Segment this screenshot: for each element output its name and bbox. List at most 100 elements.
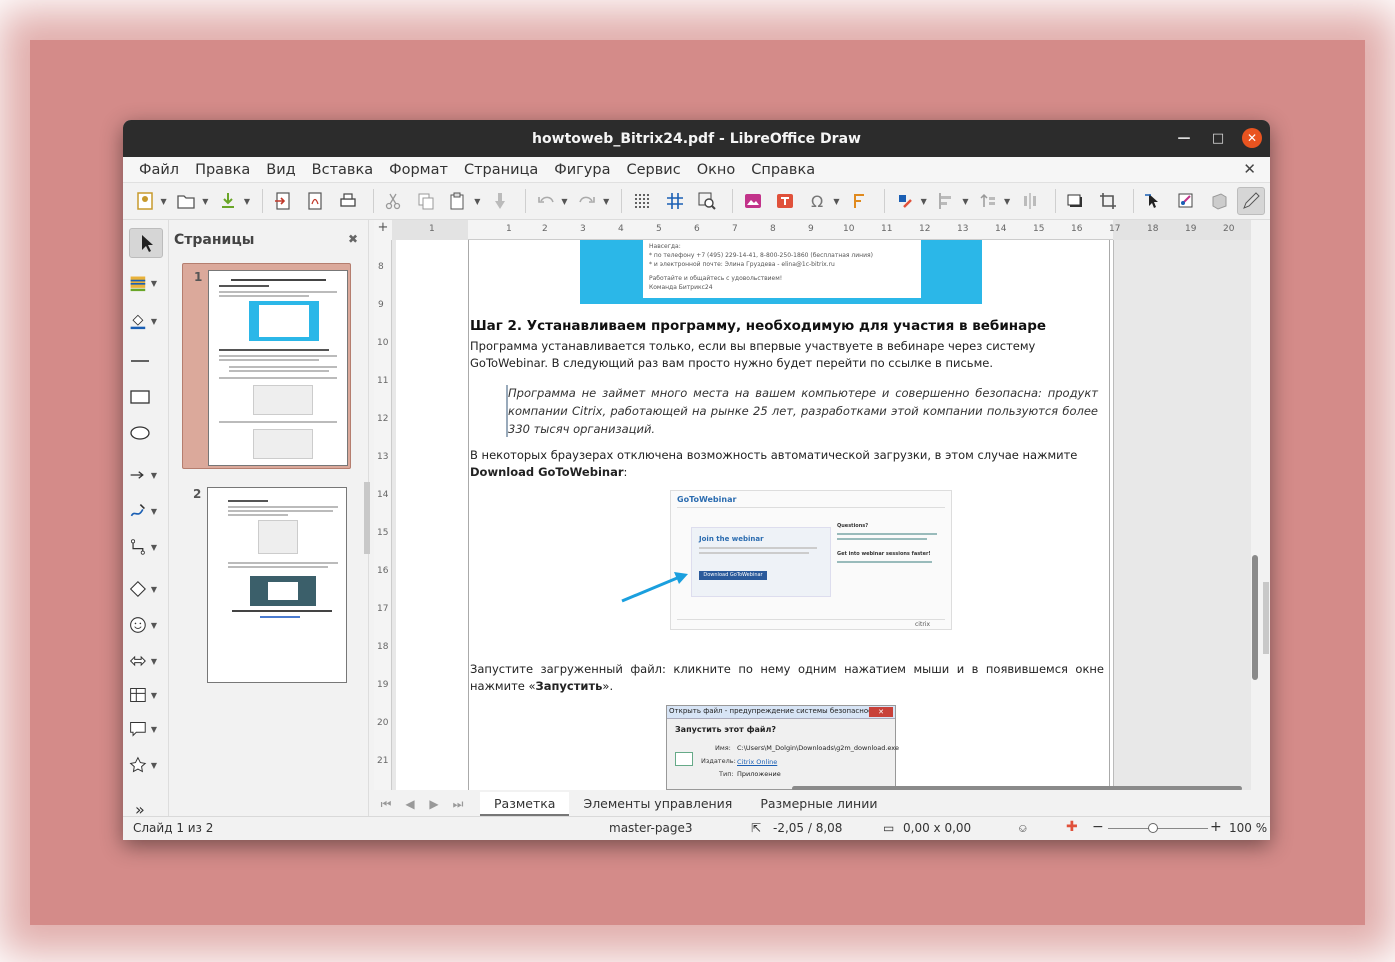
menu-page[interactable]: Страница	[456, 162, 546, 178]
templates-icon[interactable]	[131, 187, 159, 215]
ruler-label: 7	[732, 224, 738, 234]
menu-help[interactable]: Справка	[743, 162, 823, 178]
prev-tab-icon[interactable]: ◀	[398, 797, 422, 811]
basic-shapes-tool[interactable]: ▼	[129, 574, 163, 604]
zoom-slider[interactable]	[1108, 828, 1208, 829]
tab-controls[interactable]: Элементы управления	[569, 792, 746, 816]
last-tab-icon[interactable]: ⏭	[446, 797, 470, 812]
menu-shape[interactable]: Фигура	[546, 162, 618, 178]
fill-color-tool[interactable]: ▼	[129, 306, 163, 336]
flowchart-tool[interactable]: ▼	[129, 680, 163, 710]
gotowebinar-screenshot-image[interactable]: GoToWebinar Join the webinar Download Go…	[670, 490, 952, 630]
ruler-label: 2	[542, 224, 548, 234]
maximize-button[interactable]: □	[1208, 128, 1228, 148]
connectors-tool[interactable]: ▼	[129, 532, 163, 562]
callouts-tool[interactable]: ▼	[129, 714, 163, 744]
menu-view[interactable]: Вид	[258, 162, 303, 178]
vertical-ruler[interactable]: 8 9 10 11 12 13 14 15 16 17 18 19 20 21	[374, 240, 392, 790]
paste-icon[interactable]	[445, 187, 473, 215]
redo-icon[interactable]	[574, 187, 602, 215]
security-dialog-image[interactable]: Открыть файл - предупреждение системы бе…	[666, 705, 899, 790]
insert-textbox-icon[interactable]	[771, 187, 799, 215]
align-icon[interactable]	[933, 187, 961, 215]
rotate-icon[interactable]	[891, 187, 919, 215]
arrow-lines-tool[interactable]: ▼	[129, 460, 163, 490]
block-arrows-tool[interactable]: ▼	[129, 646, 163, 676]
panel-splitter[interactable]	[364, 482, 370, 554]
insert-image-icon[interactable]	[739, 187, 767, 215]
ruler-label: 17	[377, 604, 389, 614]
zoom-pan-icon[interactable]	[693, 187, 721, 215]
zoom-slider-knob[interactable]	[1148, 823, 1158, 833]
ruler-label: 13	[957, 224, 969, 234]
menu-window[interactable]: Окно	[689, 162, 744, 178]
cut-icon[interactable]	[380, 187, 408, 215]
menu-tools[interactable]: Сервис	[618, 162, 688, 178]
minimize-button[interactable]: —	[1174, 128, 1194, 148]
special-character-icon[interactable]: Ω	[804, 187, 832, 215]
zoom-in-icon[interactable]: +	[1210, 819, 1222, 835]
helplines-icon[interactable]	[661, 187, 689, 215]
symbol-shapes-tool[interactable]: ▼	[129, 610, 163, 640]
copy-icon[interactable]	[412, 187, 440, 215]
master-page-name[interactable]: master-page3	[609, 821, 692, 835]
undo-icon[interactable]	[532, 187, 560, 215]
open-icon[interactable]	[173, 187, 201, 215]
ellipse-tool[interactable]	[129, 418, 163, 448]
arrange-icon[interactable]	[974, 187, 1002, 215]
save-icon[interactable]	[214, 187, 242, 215]
stars-tool[interactable]: ▼	[129, 750, 163, 780]
fit-page-icon[interactable]: ✚	[1066, 819, 1078, 835]
close-window-button[interactable]: ✕	[1242, 128, 1262, 148]
close-document-icon[interactable]: ✕	[1243, 160, 1256, 178]
crop-icon[interactable]	[1094, 187, 1122, 215]
export-icon[interactable]	[269, 187, 297, 215]
menu-insert[interactable]: Вставка	[304, 162, 381, 178]
ruler-label: 18	[1147, 224, 1159, 234]
select-tool[interactable]	[129, 228, 163, 258]
tab-dimension-lines[interactable]: Размерные линии	[746, 792, 891, 816]
next-tab-icon[interactable]: ▶	[422, 797, 446, 811]
3d-icon[interactable]	[1205, 187, 1233, 215]
first-tab-icon[interactable]: ⏮	[374, 797, 398, 812]
edit-glue-icon[interactable]	[1172, 187, 1200, 215]
sidebar-splitter[interactable]	[1263, 582, 1269, 654]
fontwork-icon[interactable]	[846, 187, 874, 215]
page-thumbnail-2[interactable]: 2	[182, 481, 351, 687]
horizontal-ruler[interactable]: 1 1 2 3 4 5 6 7 8 9 10 11 12 13 14 15 16…	[392, 220, 1251, 240]
tab-layout[interactable]: Разметка	[480, 792, 570, 816]
email-screenshot-image[interactable]: Навсегда: * по телефону +7 (495) 229-14-…	[580, 240, 982, 304]
menu-edit[interactable]: Правка	[187, 162, 258, 178]
page-thumbnail-1[interactable]: 1	[182, 263, 351, 469]
pages-panel-title: Страницы	[174, 232, 255, 248]
vertical-scrollbar-track[interactable]	[1251, 220, 1270, 790]
pages-panel: Страницы ✖ 1 2	[169, 220, 369, 816]
paragraph-text: ».	[602, 679, 614, 693]
points-icon[interactable]	[1140, 187, 1168, 215]
horizontal-scrollbar[interactable]	[792, 786, 1242, 790]
menu-file[interactable]: Файл	[131, 162, 187, 178]
grid-icon[interactable]	[628, 187, 656, 215]
export-pdf-icon[interactable]	[302, 187, 330, 215]
close-panel-icon[interactable]: ✖	[348, 232, 358, 246]
line-color-tool[interactable]: ▼	[129, 268, 163, 298]
curves-tool[interactable]: ▼	[129, 496, 163, 526]
gtw-download-button: Download GoToWebinar	[699, 571, 767, 580]
zoom-out-icon[interactable]: −	[1092, 819, 1104, 835]
standard-toolbar: ▼ ▼ ▼ ▼ ▼ ▼ Ω ▼ ▼ ▼ ▼	[123, 183, 1270, 220]
clone-formatting-icon[interactable]	[486, 187, 514, 215]
shadow-icon[interactable]	[1062, 187, 1090, 215]
distribute-icon[interactable]	[1016, 187, 1044, 215]
paragraph: Программа устанавливается только, если в…	[470, 339, 1036, 370]
zoom-level[interactable]: 100 %	[1229, 821, 1267, 835]
line-tool[interactable]	[129, 346, 163, 376]
ruler-label: 12	[377, 414, 389, 424]
rectangle-tool[interactable]	[129, 382, 163, 412]
menu-format[interactable]: Формат	[381, 162, 456, 178]
document-page[interactable]: Навсегда: * по телефону +7 (495) 229-14-…	[396, 240, 1114, 790]
draw-functions-icon[interactable]	[1237, 187, 1265, 215]
print-icon[interactable]	[334, 187, 362, 215]
ruler-label: 14	[377, 490, 389, 500]
vertical-scrollbar[interactable]	[1252, 555, 1258, 680]
dialog-type-label: Тип:	[719, 770, 734, 778]
